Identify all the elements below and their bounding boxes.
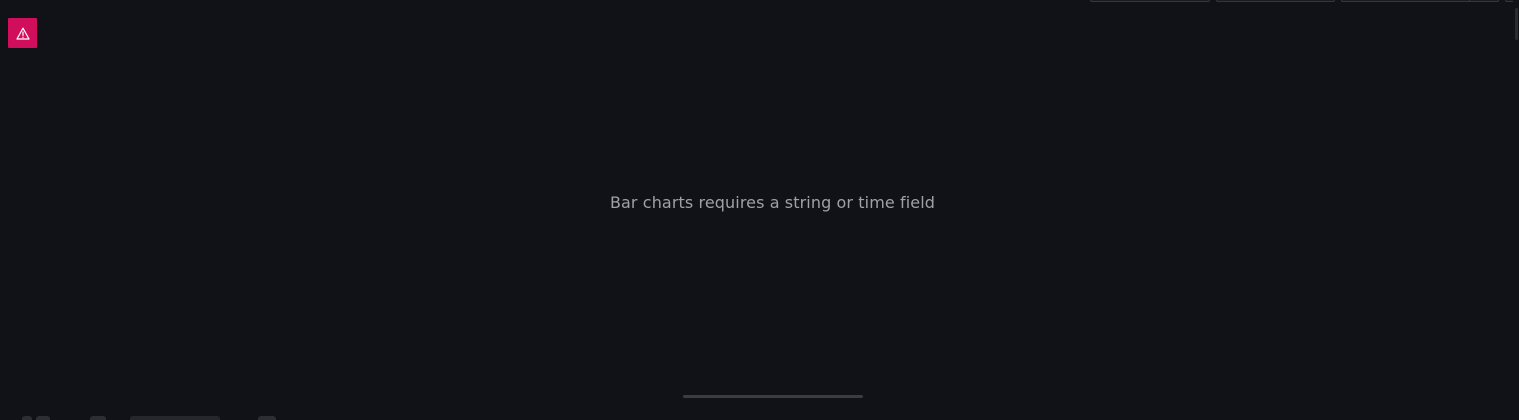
legend-item-1[interactable] [22, 416, 32, 420]
legend-item-3[interactable] [130, 416, 220, 420]
toolbar-control-split[interactable] [1341, 0, 1499, 2]
legend-item-2[interactable] [36, 416, 50, 420]
toggle-switch[interactable] [90, 416, 106, 420]
panel-empty-message: Bar charts requires a string or time fie… [609, 193, 936, 212]
bottom-options-strip [0, 412, 1519, 420]
scrollbar-thumb[interactable] [1515, 8, 1518, 40]
toggle-switch-2[interactable] [258, 416, 276, 420]
toolbar-control-1[interactable] [1090, 0, 1210, 2]
panel-error-badge[interactable] [8, 18, 37, 48]
toolbar-control-2[interactable] [1216, 0, 1335, 2]
split-divider [1469, 0, 1470, 1]
panel-editor-viewport: Bar charts requires a string or time fie… [0, 0, 1519, 420]
pane-resize-handle[interactable] [683, 395, 863, 398]
warning-triangle-icon [15, 27, 30, 40]
